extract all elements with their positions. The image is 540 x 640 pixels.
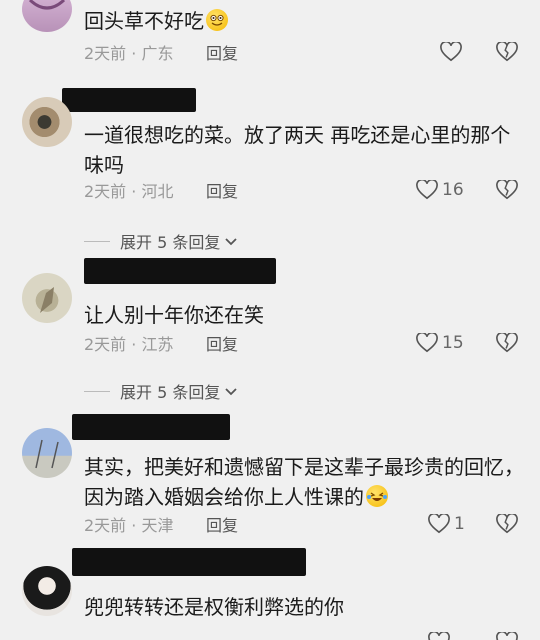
like-count: 16 xyxy=(442,180,464,200)
avatar[interactable] xyxy=(22,273,72,323)
like-button[interactable] xyxy=(428,632,450,640)
heart-icon xyxy=(440,42,462,62)
broken-heart-icon xyxy=(496,331,518,353)
expand-replies-button[interactable]: 展开 5 条回复 xyxy=(84,379,239,403)
broken-heart-icon xyxy=(496,178,518,200)
dislike-button[interactable] xyxy=(496,512,518,538)
avatar[interactable] xyxy=(22,97,72,147)
broken-heart-icon xyxy=(496,40,518,62)
comment-text: 回头草不好吃 xyxy=(84,6,524,36)
like-button[interactable]: 15 xyxy=(416,333,464,353)
comment-meta: 2天前 · 广东 回复 xyxy=(84,44,239,63)
heart-icon xyxy=(416,333,438,353)
comment-meta: 2天前 · 河北 回复 xyxy=(84,182,239,201)
like-button[interactable]: 16 xyxy=(416,180,464,200)
comment-text: 兜兜转转还是权衡利弊选的你 xyxy=(84,595,344,619)
divider xyxy=(84,240,110,242)
like-button[interactable] xyxy=(440,42,462,62)
like-button[interactable]: 1 xyxy=(428,514,465,534)
broken-heart-icon xyxy=(496,512,518,534)
username-redacted xyxy=(84,258,276,284)
dislike-button[interactable] xyxy=(496,40,518,66)
username-redacted xyxy=(72,414,230,440)
heart-icon xyxy=(416,180,438,200)
reply-button[interactable]: 回复 xyxy=(206,181,238,203)
dislike-button[interactable] xyxy=(496,331,518,357)
dislike-button[interactable] xyxy=(496,632,518,640)
avatar[interactable] xyxy=(22,566,72,616)
username-redacted xyxy=(72,548,306,576)
grinning-emoji-icon xyxy=(206,9,228,31)
username-redacted xyxy=(62,88,196,112)
comment-meta: 2天前 · 天津 回复 xyxy=(84,516,239,535)
chevron-down-icon xyxy=(225,388,237,396)
dislike-button[interactable] xyxy=(496,178,518,204)
chevron-down-icon xyxy=(225,238,237,246)
avatar[interactable] xyxy=(22,428,72,478)
avatar[interactable] xyxy=(22,0,72,32)
like-count: 1 xyxy=(454,514,465,534)
heart-icon xyxy=(428,514,450,534)
comment-text: 其实，把美好和遗憾留下是这辈子最珍贵的回忆，因为踏入婚姻会给你上人性课的 xyxy=(84,455,524,509)
divider xyxy=(84,390,110,392)
broken-heart-icon xyxy=(496,632,518,640)
reply-button[interactable]: 回复 xyxy=(206,334,238,356)
laughing-tears-emoji-icon xyxy=(366,485,388,507)
comment-text: 一道很想吃的菜。放了两天 再吃还是心里的那个味吗 xyxy=(84,123,511,177)
heart-icon xyxy=(428,632,450,640)
reply-button[interactable]: 回复 xyxy=(206,515,238,537)
comment-text: 让人别十年你还在笑 xyxy=(84,303,264,327)
comment-meta: 2天前 · 江苏 回复 xyxy=(84,335,239,354)
reply-button[interactable]: 回复 xyxy=(206,43,238,65)
expand-replies-button[interactable]: 展开 5 条回复 xyxy=(84,229,239,253)
like-count: 15 xyxy=(442,333,464,353)
